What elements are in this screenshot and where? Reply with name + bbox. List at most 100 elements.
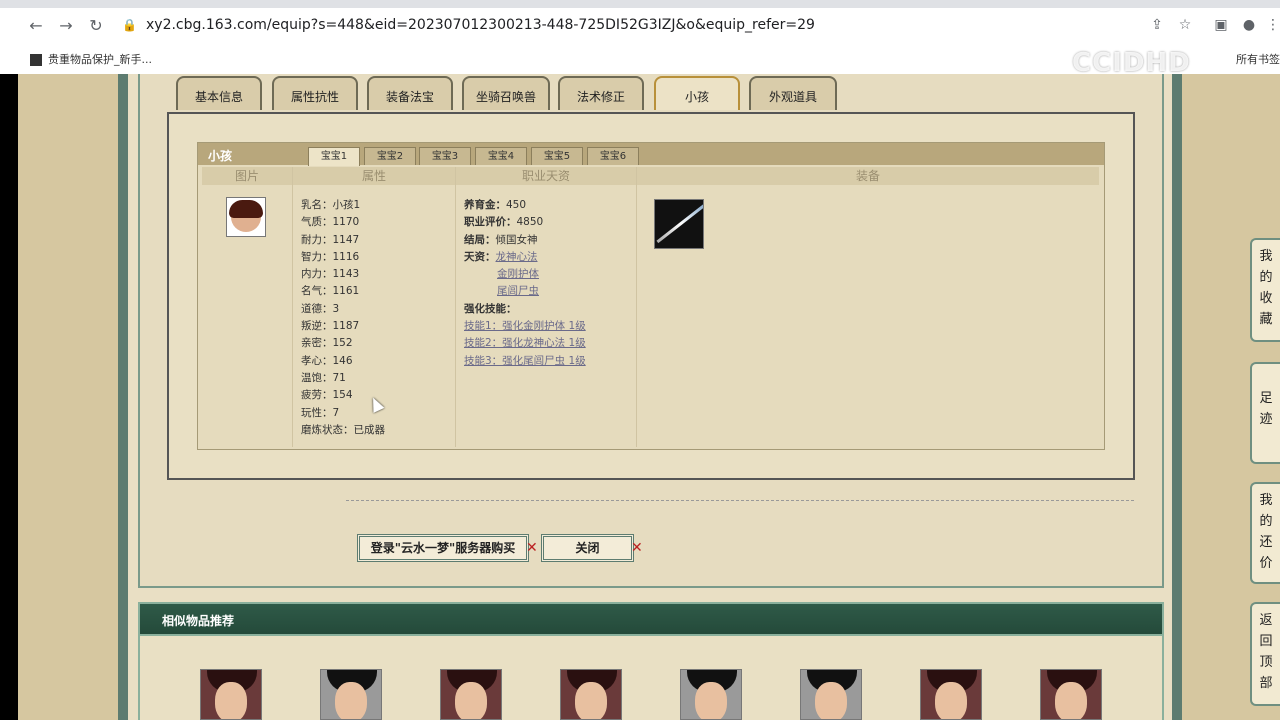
frame-left bbox=[118, 74, 128, 720]
left-edge bbox=[0, 74, 18, 720]
similar-item-thumb[interactable] bbox=[440, 669, 502, 720]
child-table-header: 小孩 宝宝1 宝宝2 宝宝3 宝宝4 宝宝5 宝宝6 bbox=[198, 143, 1104, 166]
similar-item-thumb[interactable] bbox=[920, 669, 982, 720]
tab-spells[interactable]: 法术修正 bbox=[558, 76, 644, 110]
sidepanel-icon[interactable]: ▣ bbox=[1210, 14, 1232, 36]
talent-row: 尾闾尸虫 bbox=[464, 283, 586, 300]
tab-appearance[interactable]: 外观道具 bbox=[749, 76, 837, 110]
attr-row: 道德：3 bbox=[301, 302, 340, 315]
frame-right bbox=[1172, 74, 1182, 720]
subtab-baby5[interactable]: 宝宝5 bbox=[531, 147, 583, 165]
attr-row: 智力：1116 bbox=[301, 250, 360, 263]
similar-item-thumb[interactable] bbox=[320, 669, 382, 720]
side-footprint[interactable]: 足迹 bbox=[1250, 362, 1280, 464]
attr-row: 磨炼状态：已成器 bbox=[301, 423, 385, 436]
skills-label: 强化技能： bbox=[464, 302, 517, 315]
similar-item-thumb[interactable] bbox=[1040, 669, 1102, 720]
all-bookmarks[interactable]: 所有书签 bbox=[1236, 51, 1280, 67]
thumb-face bbox=[1055, 682, 1087, 719]
avatar-hair bbox=[229, 200, 263, 218]
reload-icon[interactable]: ↻ bbox=[84, 14, 108, 38]
tab-basic-info[interactable]: 基本信息 bbox=[176, 76, 262, 110]
bookmark-item[interactable]: 贵重物品保护_新手... bbox=[30, 51, 152, 67]
career-list: 养育金：450 职业评价：4850 结局：倾国女神 天资：龙神心法 金刚护体 尾… bbox=[464, 197, 586, 370]
thumb-face bbox=[575, 682, 607, 719]
attr-row: 叛逆：1187 bbox=[301, 320, 360, 333]
subtab-baby6[interactable]: 宝宝6 bbox=[587, 147, 639, 165]
subtab-baby4[interactable]: 宝宝4 bbox=[475, 147, 527, 165]
attr-row: 内力：1143 bbox=[301, 268, 360, 281]
blade-shape bbox=[656, 203, 703, 244]
similar-item-thumb[interactable] bbox=[680, 669, 742, 720]
child-table: 小孩 宝宝1 宝宝2 宝宝3 宝宝4 宝宝5 宝宝6 图片 属性 职业天资 装备… bbox=[197, 142, 1105, 450]
similar-header: 相似物品推荐 bbox=[138, 602, 1164, 636]
share-icon[interactable]: ⇪ bbox=[1146, 14, 1168, 36]
thumb-face bbox=[935, 682, 967, 719]
talent-row: 金刚护体 bbox=[464, 266, 586, 283]
talent-row: 天资：龙神心法 bbox=[464, 250, 538, 263]
skill-link[interactable]: 技能3：强化尾闾尸虫 1级 bbox=[464, 355, 586, 367]
back-icon[interactable]: ← bbox=[24, 14, 48, 38]
bookmark-favicon bbox=[30, 54, 42, 66]
col-attributes: 属性 bbox=[293, 167, 455, 185]
talent-link[interactable]: 龙神心法 bbox=[496, 251, 538, 263]
tab-strip bbox=[0, 0, 1280, 8]
column-divider bbox=[455, 167, 456, 447]
menu-icon[interactable]: ⋮ bbox=[1262, 14, 1280, 36]
side-back-to-top[interactable]: 返回顶部 bbox=[1250, 602, 1280, 706]
column-divider bbox=[636, 167, 637, 447]
ending-row: 结局：倾国女神 bbox=[464, 233, 538, 246]
tab-equipment[interactable]: 装备法宝 bbox=[367, 76, 453, 110]
col-picture: 图片 bbox=[202, 167, 292, 185]
attr-row: 名气：1161 bbox=[301, 285, 360, 298]
star-icon[interactable]: ☆ bbox=[1174, 14, 1196, 36]
buy-button[interactable]: 登录"云水一梦"服务器购买 bbox=[357, 534, 529, 562]
divider-line bbox=[346, 500, 1134, 501]
attr-row: 耐力：1147 bbox=[301, 233, 360, 246]
column-divider bbox=[292, 167, 293, 447]
thumb-face bbox=[455, 682, 487, 719]
thumb-face bbox=[215, 682, 247, 719]
profile-icon[interactable]: ● bbox=[1238, 14, 1260, 36]
close-x-icon: ✕ bbox=[526, 540, 538, 556]
similar-item-thumb[interactable] bbox=[800, 669, 862, 720]
attr-row: 乳名：小孩1 bbox=[301, 199, 361, 211]
tab-attributes[interactable]: 属性抗性 bbox=[272, 76, 358, 110]
side-my-favorites[interactable]: 我的收藏 bbox=[1250, 238, 1280, 342]
similar-title: 相似物品推荐 bbox=[162, 614, 235, 628]
skill-link[interactable]: 技能2：强化龙神心法 1级 bbox=[464, 337, 586, 349]
thumb-face bbox=[815, 682, 847, 719]
forward-icon[interactable]: → bbox=[54, 14, 78, 38]
similar-item-thumb[interactable] bbox=[560, 669, 622, 720]
talent-link[interactable]: 尾闾尸虫 bbox=[497, 285, 539, 297]
yangyu-row: 养育金：450 bbox=[464, 199, 527, 211]
score-row: 职业评价：4850 bbox=[464, 216, 544, 229]
weapon-equipment-icon[interactable] bbox=[654, 199, 704, 249]
talent-link[interactable]: 金刚护体 bbox=[497, 268, 539, 280]
child-label: 小孩 bbox=[208, 149, 233, 163]
close-x-icon: ✕ bbox=[631, 540, 643, 556]
address-bar[interactable]: 🔒 xy2.cbg.163.com/equip?s=448&eid=202307… bbox=[114, 13, 1204, 39]
tab-mounts[interactable]: 坐骑召唤兽 bbox=[462, 76, 550, 110]
attr-row: 温饱：71 bbox=[301, 371, 346, 384]
skill-row: 技能1：强化金刚护体 1级 bbox=[464, 318, 586, 335]
subtab-baby3[interactable]: 宝宝3 bbox=[419, 147, 471, 165]
attr-row: 孝心：146 bbox=[301, 354, 353, 367]
similar-item-thumb[interactable] bbox=[200, 669, 262, 720]
side-my-bargain[interactable]: 我的还价 bbox=[1250, 482, 1280, 584]
attr-row: 气质：1170 bbox=[301, 216, 360, 229]
thumb-face bbox=[335, 682, 367, 719]
col-equipment: 装备 bbox=[637, 167, 1099, 185]
close-button[interactable]: 关闭 bbox=[541, 534, 634, 562]
skill-row: 技能2：强化龙神心法 1级 bbox=[464, 335, 586, 352]
subtab-baby2[interactable]: 宝宝2 bbox=[364, 147, 416, 165]
col-career: 职业天资 bbox=[456, 167, 636, 185]
skill-row: 技能3：强化尾闾尸虫 1级 bbox=[464, 353, 586, 370]
subtab-baby1[interactable]: 宝宝1 bbox=[308, 147, 360, 166]
tab-child[interactable]: 小孩 bbox=[654, 76, 740, 110]
attr-row: 亲密：152 bbox=[301, 337, 353, 350]
thumb-face bbox=[695, 682, 727, 719]
skill-link[interactable]: 技能1：强化金刚护体 1级 bbox=[464, 320, 586, 332]
child-avatar[interactable] bbox=[226, 197, 266, 237]
url-text[interactable]: xy2.cbg.163.com/equip?s=448&eid=20230701… bbox=[146, 17, 815, 33]
